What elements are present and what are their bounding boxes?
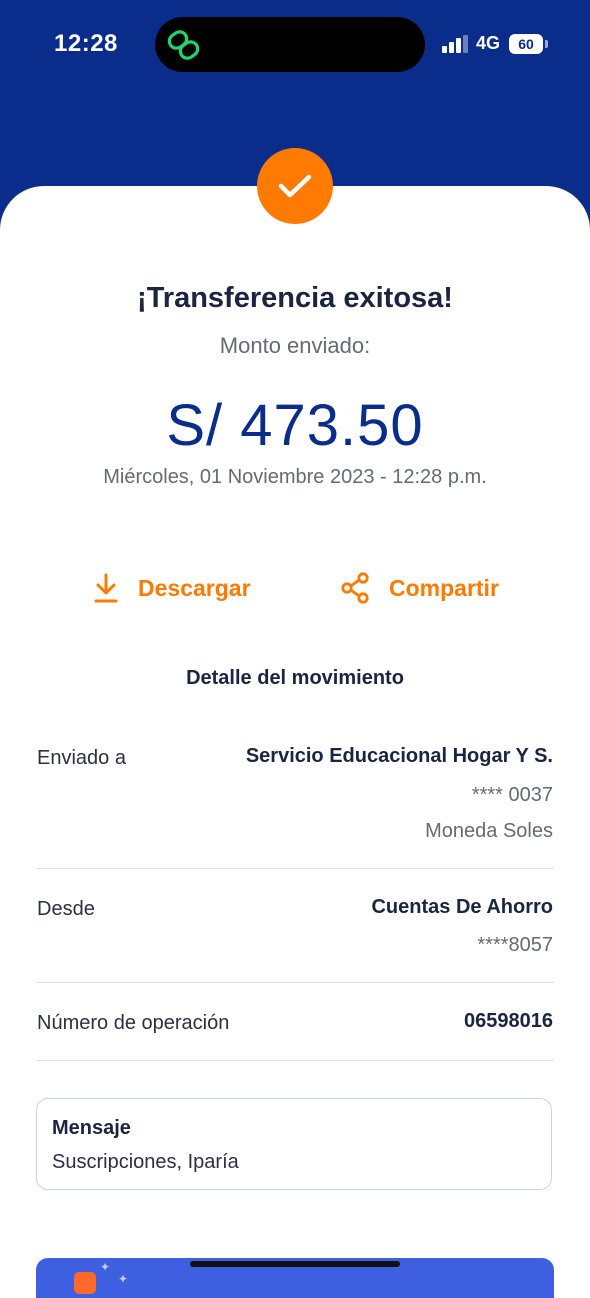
check-icon — [278, 174, 312, 198]
download-label: Descargar — [138, 574, 251, 601]
from-label: Desde — [37, 898, 95, 920]
amount-caption: Monto enviado: — [219, 333, 371, 358]
download-button[interactable]: Descargar — [92, 568, 251, 608]
battery-icon: 60 — [509, 34, 543, 54]
signal-icon — [442, 35, 468, 53]
sparkle-icon: ✦ — [118, 1272, 129, 1286]
message-title: Mensaje — [52, 1117, 131, 1139]
share-icon — [341, 572, 369, 604]
link-icon — [167, 30, 200, 60]
transfer-amount: S/ 473.50 — [166, 393, 424, 458]
download-icon — [94, 573, 118, 603]
sent-to-currency: Moneda Soles — [425, 820, 553, 842]
network-type: 4G — [476, 33, 501, 53]
page-title: ¡Transferencia exitosa! — [137, 282, 453, 314]
message-text: Suscripciones, Iparía — [52, 1151, 239, 1173]
success-badge — [257, 148, 333, 224]
divider — [36, 868, 554, 869]
share-label: Compartir — [389, 574, 499, 601]
sparkle-icon: ✦ — [100, 1260, 111, 1274]
home-indicator — [190, 1261, 400, 1267]
sent-to-name: Servicio Educacional Hogar Y S. — [245, 745, 553, 767]
promo-icon — [74, 1272, 96, 1294]
operation-number-value: 06598016 — [464, 1010, 553, 1032]
status-bar: 12:28 4G 60 — [0, 0, 590, 90]
share-button[interactable]: Compartir — [339, 568, 499, 608]
sent-to-label: Enviado a — [37, 747, 126, 769]
divider — [36, 1060, 554, 1061]
battery-tip — [545, 40, 548, 48]
divider — [36, 982, 554, 983]
status-time: 12:28 — [54, 30, 118, 57]
transfer-date: Miércoles, 01 Noviembre 2023 - 12:28 p.m… — [103, 466, 487, 488]
details-section-title: Detalle del movimiento — [186, 667, 404, 689]
from-account-number: ****8057 — [477, 934, 553, 956]
message-box: Mensaje Suscripciones, Iparía — [36, 1098, 552, 1190]
operation-number-label: Número de operación — [37, 1012, 230, 1034]
sent-to-account: **** 0037 — [471, 784, 553, 806]
from-account-type: Cuentas De Ahorro — [371, 896, 553, 918]
